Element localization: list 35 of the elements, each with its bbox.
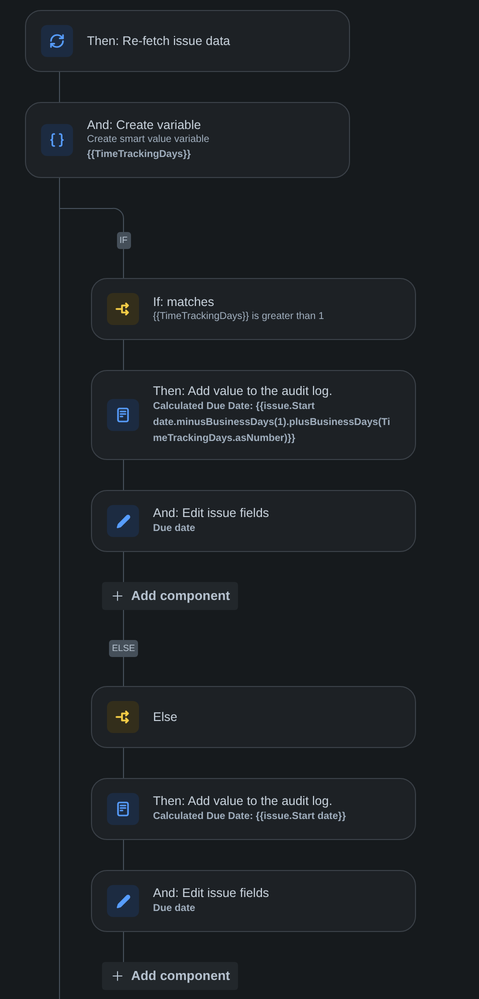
pencil-icon [116,514,130,528]
rule-step-card[interactable]: Then: Add value to the audit log. Calculated Due Date: {{issue.Start date}} [91,778,416,840]
document-icon [115,407,131,423]
rule-step-card[interactable]: And: Edit issue fields Due date [91,870,416,932]
pencil-icon [116,894,130,908]
step-description: {{TimeTrackingDays}} is greater than 1 [153,310,324,324]
document-icon [115,801,131,817]
step-title: And: Edit issue fields [153,505,270,521]
add-component-button[interactable]: Add component [102,962,238,990]
rule-step-card[interactable]: Then: Add value to the audit log. Calculated Due Date: {{issue.Start date.minusBusinessDays(1).plusBusinessDays(TimeTrackingDays.asNumber)}} [91,370,416,460]
rule-step-card[interactable]: Else [91,686,416,748]
rule-step-card[interactable]: Then: Re-fetch issue data [25,10,350,72]
rule-step-card[interactable]: And: Edit issue fields Due date [91,490,416,552]
step-detail: Calculated Due Date: {{issue.Start date}} [153,810,346,824]
step-detail: Due date [153,902,196,916]
step-title: Then: Add value to the audit log. [153,793,334,809]
branch-icon [115,301,131,317]
step-title: Then: Re-fetch issue data [87,33,230,49]
branch-label: ELSE [108,640,138,657]
step-title: Then: Add value to the audit log. [153,383,334,399]
add-component-button[interactable]: Add component [102,582,238,610]
step-title: And: Create variable [87,117,202,133]
step-title: Else [153,709,178,725]
refresh-icon [49,33,65,49]
branch-icon [115,709,131,725]
step-title: And: Edit issue fields [153,885,270,901]
step-detail: {{TimeTrackingDays}} [87,148,192,162]
step-title: If: matches [153,294,216,310]
step-detail: Due date [153,522,196,536]
rule-step-card[interactable]: If: matches {{TimeTrackingDays}} is greater than 1 [91,278,416,340]
rule-step-card[interactable]: And: Create variable Create smart value variable {{TimeTrackingDays}} [25,102,350,178]
branch-label: IF [116,232,130,249]
step-detail: Calculated Due Date: {{issue.Start date.minusBusinessDays(1).plusBusinessDays(TimeTrackingDays.asNumber)}} [153,400,392,446]
braces-icon [49,132,65,148]
step-description: Create smart value variable [87,133,210,147]
